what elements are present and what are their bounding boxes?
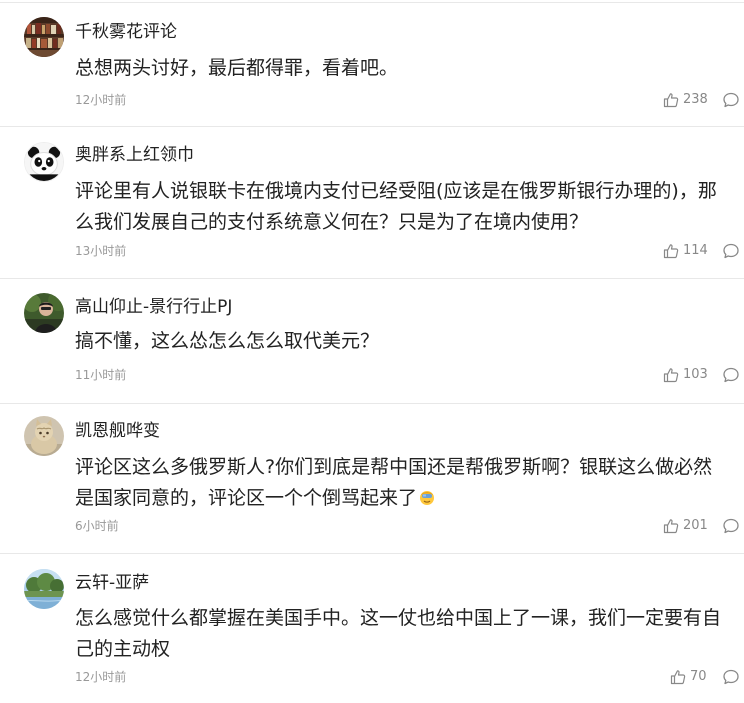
- avatar[interactable]: [24, 416, 64, 456]
- username[interactable]: 云轩-亚萨: [75, 572, 149, 594]
- username[interactable]: 高山仰止-景行行止PJ: [75, 296, 232, 318]
- comment-item: 高山仰止-景行行止PJ 搞不懂，这么怂怎么怎么取代美元？ 11小时前 103: [0, 279, 744, 404]
- comment-text: 总想两头讨好，最后都得罪，看着吧。: [75, 57, 399, 79]
- avatar[interactable]: [24, 569, 64, 609]
- like-count: 70: [690, 669, 707, 684]
- comment-item: 凯恩舰哗变 评论区这么多俄罗斯人?你们到底是帮中国还是帮俄罗斯啊？银联这么做必然…: [0, 404, 744, 554]
- timestamp: 12小时前: [75, 93, 127, 107]
- comment-feed: 千秋雾花评论 总想两头讨好，最后都得罪，看着吧。 12小时前 238 奥胖系上红…: [0, 0, 744, 703]
- like-button[interactable]: 238: [663, 91, 708, 109]
- comment-bubble-icon: [723, 518, 739, 534]
- reply-button[interactable]: [722, 668, 740, 686]
- username[interactable]: 千秋雾花评论: [75, 21, 177, 43]
- username[interactable]: 凯恩舰哗变: [75, 420, 160, 442]
- timestamp: 11小时前: [75, 368, 127, 382]
- like-count: 114: [683, 243, 708, 258]
- comment-bubble-icon: [723, 669, 739, 685]
- comment-bubble-icon: [723, 243, 739, 259]
- like-button[interactable]: 103: [663, 366, 708, 384]
- reply-button[interactable]: [722, 242, 740, 260]
- comment-bubble-icon: [723, 92, 739, 108]
- like-count: 201: [683, 518, 708, 533]
- thumbs-up-icon: [663, 519, 679, 534]
- like-count: 103: [683, 367, 708, 382]
- like-count: 238: [683, 92, 708, 107]
- like-button[interactable]: 70: [670, 668, 707, 686]
- reply-button[interactable]: [722, 517, 740, 535]
- reply-button[interactable]: [722, 366, 740, 384]
- avatar[interactable]: [24, 17, 64, 57]
- timestamp: 13小时前: [75, 244, 127, 258]
- avatar[interactable]: [24, 142, 64, 182]
- facepalm-emoji: [418, 485, 436, 505]
- like-button[interactable]: 201: [663, 517, 708, 535]
- thumbs-up-icon: [663, 93, 679, 108]
- timestamp: 6小时前: [75, 519, 119, 533]
- comment-text-content: 评论区这么多俄罗斯人?你们到底是帮中国还是帮俄罗斯啊？银联这么做必然是国家同意的…: [75, 456, 713, 509]
- thumbs-up-icon: [663, 368, 679, 383]
- thumbs-up-icon: [663, 244, 679, 259]
- comment-text: 搞不懂，这么怂怎么怎么取代美元？: [75, 330, 380, 352]
- avatar[interactable]: [24, 293, 64, 333]
- comment-item: 奥胖系上红领巾 评论里有人说银联卡在俄境内支付已经受阻(应该是在俄罗斯银行办理的…: [0, 127, 744, 279]
- reply-button[interactable]: [722, 91, 740, 109]
- comment-text: 评论区这么多俄罗斯人?你们到底是帮中国还是帮俄罗斯啊？银联这么做必然是国家同意的…: [75, 452, 725, 514]
- comment-text: 怎么感觉什么都掌握在美国手中。这一仗也给中国上了一课，我们一定要有自己的主动权: [75, 607, 722, 660]
- comment-bubble-icon: [723, 367, 739, 383]
- comment-item: 云轩-亚萨 怎么感觉什么都掌握在美国手中。这一仗也给中国上了一课，我们一定要有自…: [0, 554, 744, 703]
- like-button[interactable]: 114: [663, 242, 708, 260]
- username[interactable]: 奥胖系上红领巾: [75, 144, 194, 166]
- comment-text: 评论里有人说银联卡在俄境内支付已经受阻(应该是在俄罗斯银行办理的)，那么我们发展…: [75, 180, 717, 233]
- timestamp: 12小时前: [75, 670, 127, 684]
- thumbs-up-icon: [670, 670, 686, 685]
- comment-item: 千秋雾花评论 总想两头讨好，最后都得罪，看着吧。 12小时前 238: [0, 0, 744, 127]
